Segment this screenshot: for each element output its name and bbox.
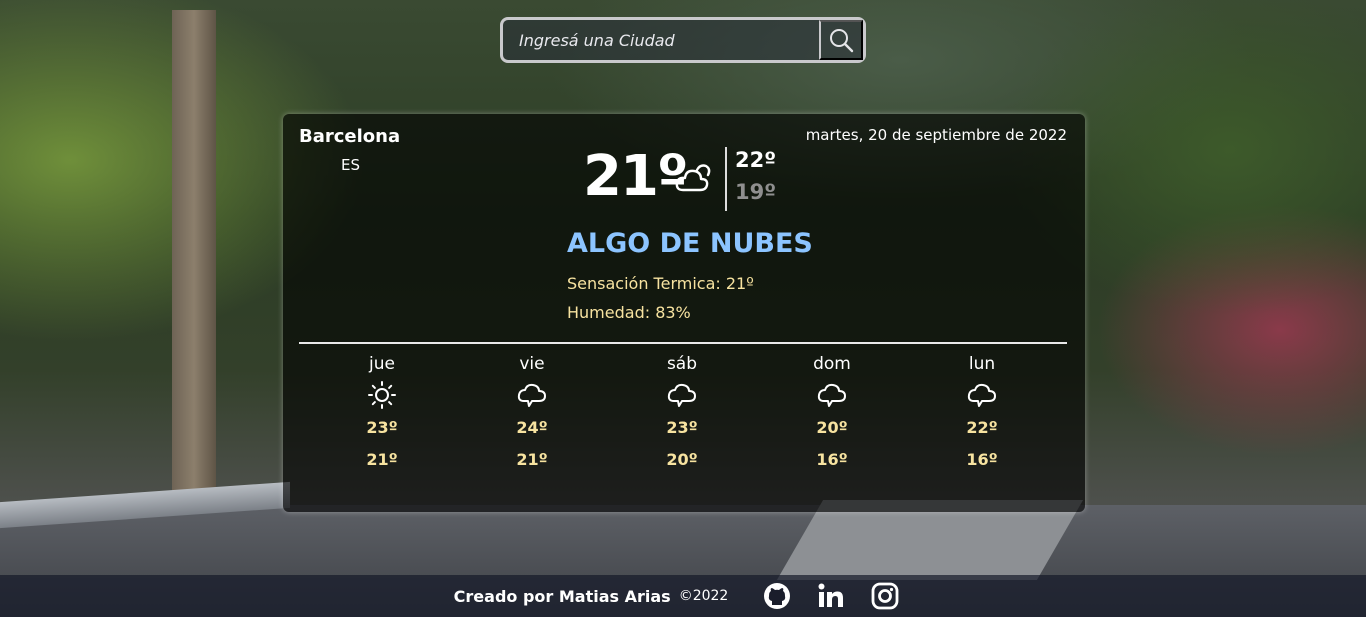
weather-card: Barcelona ES martes, 20 de septiembre de… — [283, 114, 1085, 512]
footer: Creado por Matias Arias ©2022 — [0, 575, 1366, 617]
sun-icon — [368, 381, 396, 409]
cloud-icon — [667, 383, 696, 407]
search-form — [500, 17, 866, 63]
forecast-row: jue 23º 21º vie 24º 21º sáb 23º 20º dom … — [307, 354, 1057, 476]
forecast-day-name: sáb — [666, 354, 698, 374]
forecast-max: 20º — [816, 418, 848, 437]
forecast-max: 23º — [366, 418, 398, 437]
forecast-max: 23º — [666, 418, 698, 437]
cloud-icon — [967, 383, 996, 407]
forecast-day: jue 23º 21º — [307, 354, 457, 476]
forecast-day-name: dom — [813, 354, 851, 374]
humidity: Humedad: 83% — [567, 303, 691, 322]
search-input[interactable] — [503, 20, 819, 60]
temp-divider — [725, 147, 727, 211]
github-link[interactable] — [762, 581, 792, 611]
forecast-day-name: vie — [519, 354, 545, 374]
country-code: ES — [341, 156, 360, 174]
current-date: martes, 20 de septiembre de 2022 — [805, 126, 1067, 144]
instagram-icon — [871, 582, 899, 610]
forecast-max: 24º — [516, 418, 548, 437]
cloud-icon — [817, 383, 846, 407]
instagram-link[interactable] — [870, 581, 900, 611]
city-name: Barcelona — [299, 126, 401, 147]
forecast-min: 21º — [366, 450, 398, 469]
background-scenery-pole — [172, 10, 216, 500]
search-icon — [830, 29, 854, 53]
forecast-min: 20º — [666, 450, 698, 469]
cloud-icon — [517, 383, 546, 407]
footer-credit: Creado por Matias Arias — [453, 586, 671, 606]
max-temperature: 22º — [735, 148, 777, 172]
forecast-day: dom 20º 16º — [757, 354, 907, 476]
partly-cloudy-icon — [675, 164, 711, 192]
forecast-day: sáb 23º 20º — [607, 354, 757, 476]
forecast-day: lun 22º 16º — [907, 354, 1057, 476]
forecast-min: 16º — [816, 450, 848, 469]
footer-year: ©2022 — [678, 588, 729, 604]
forecast-max: 22º — [966, 418, 998, 437]
forecast-min: 21º — [516, 450, 548, 469]
feels-like: Sensación Termica: 21º — [567, 274, 754, 293]
current-temperature: 21º — [583, 144, 689, 209]
background-scenery-sidewalk — [776, 500, 1084, 580]
min-temperature: 19º — [735, 180, 777, 204]
github-icon — [764, 583, 791, 609]
forecast-day-name: lun — [968, 354, 996, 374]
weather-description: ALGO DE NUBES — [567, 228, 813, 259]
search-button[interactable] — [819, 20, 863, 60]
forecast-min: 16º — [966, 450, 998, 469]
forecast-day: vie 24º 21º — [457, 354, 607, 476]
linkedin-link[interactable] — [816, 581, 846, 611]
forecast-divider — [299, 342, 1067, 344]
linkedin-icon — [818, 583, 844, 607]
forecast-day-name: jue — [369, 354, 395, 374]
